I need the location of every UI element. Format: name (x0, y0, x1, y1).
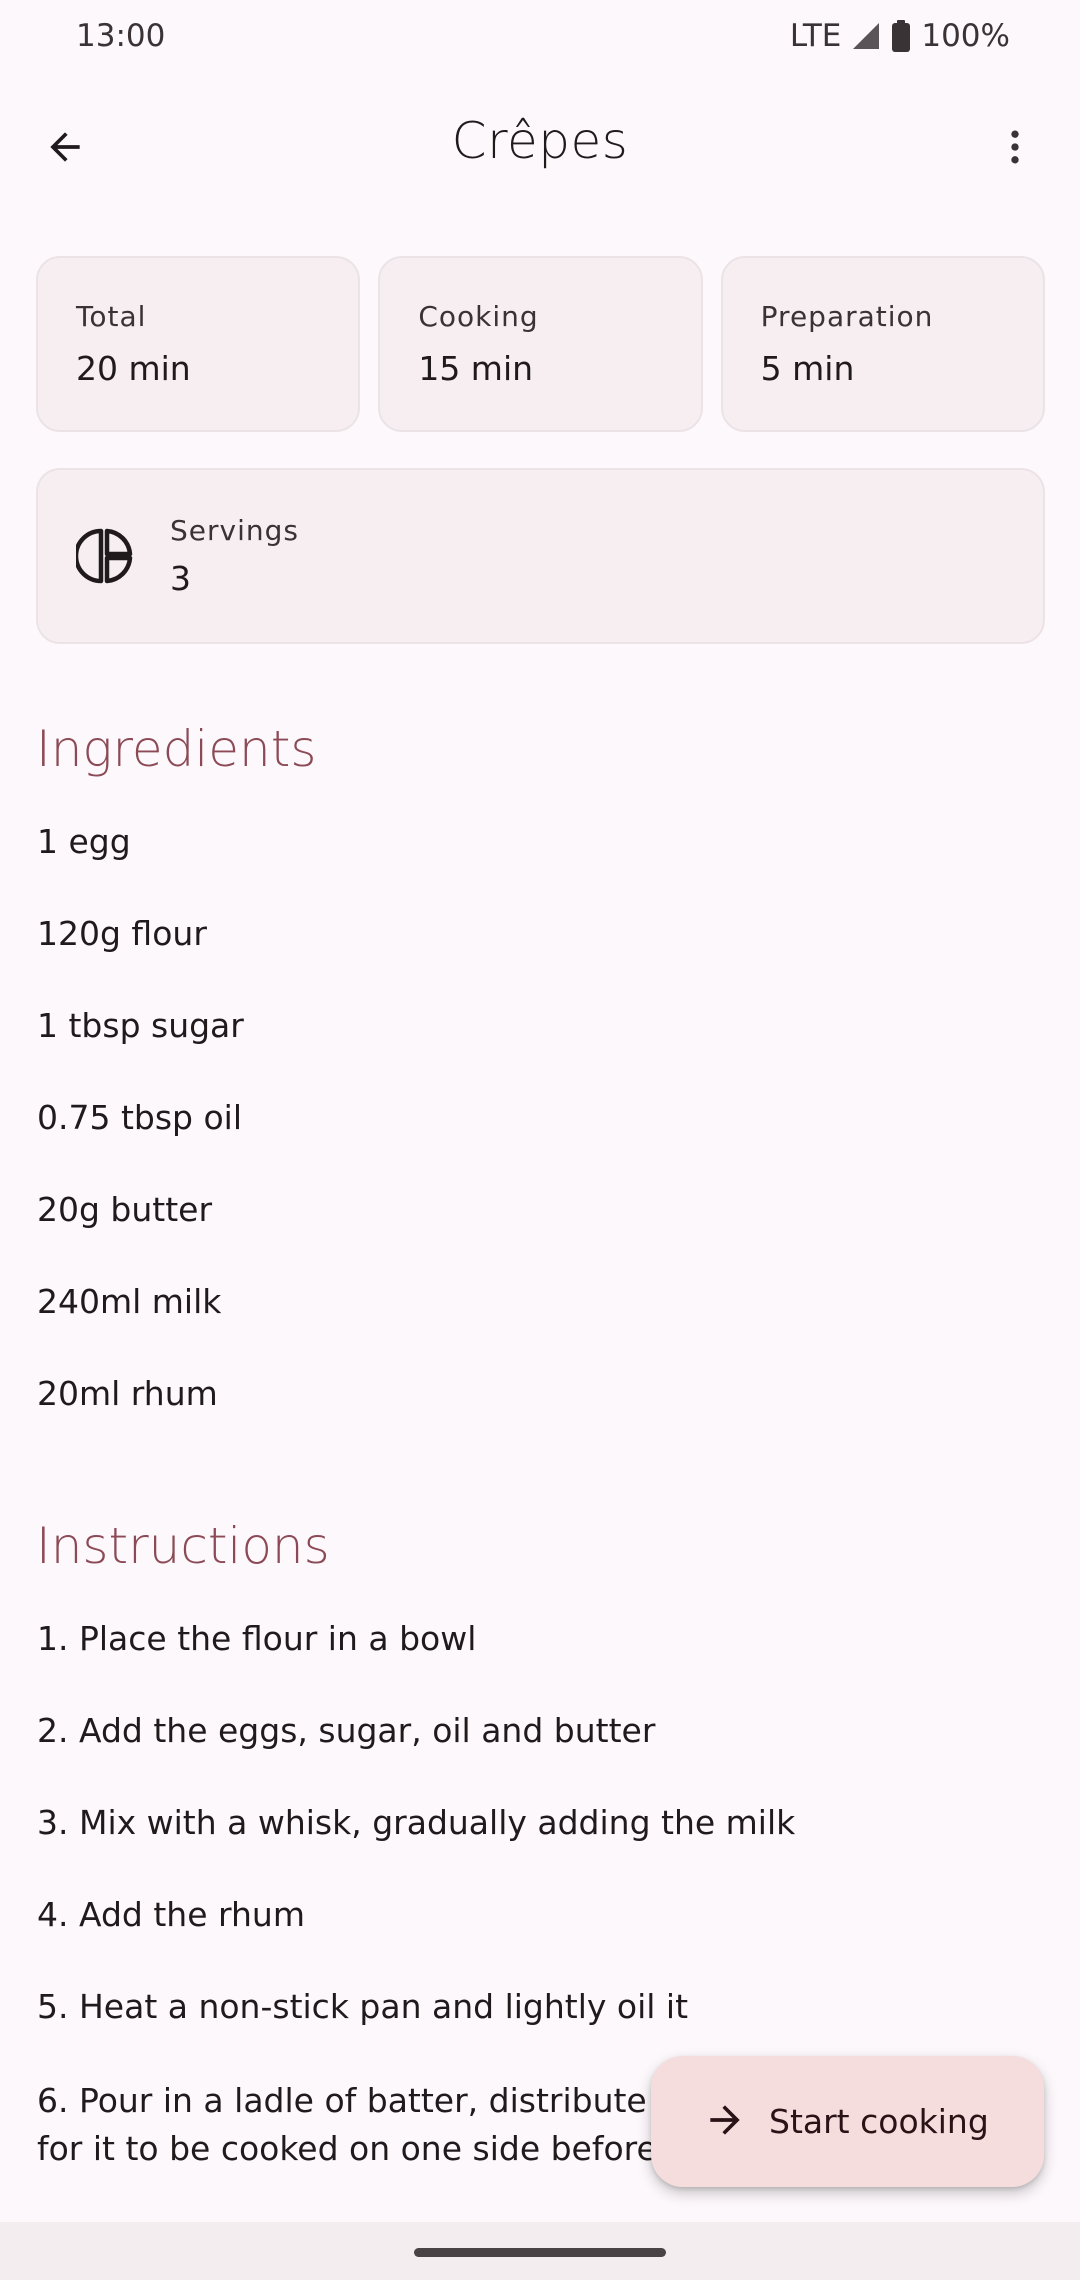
ingredient-item: 20g butter (37, 1190, 213, 1229)
status-icons: LTE 100% (790, 18, 1010, 54)
status-time: 13:00 (76, 18, 166, 54)
servings-card[interactable]: Servings 3 (36, 468, 1045, 644)
instruction-step: 3. Mix with a whisk, gradually adding th… (37, 1803, 796, 1842)
ingredients-list: 1 egg 120g flour 1 tbsp sugar 0.75 tbsp … (37, 820, 1037, 1464)
start-cooking-button[interactable]: Start cooking (651, 2056, 1044, 2187)
cooking-time-value: 15 min (418, 349, 534, 388)
cooking-time-label: Cooking (418, 300, 539, 333)
time-cards: Total 20 min Cooking 15 min Preparation … (36, 256, 1045, 432)
top-app-bar: Crêpes (0, 82, 1080, 212)
instructions-heading: Instructions (36, 1517, 330, 1575)
more-vert-icon (993, 125, 1037, 173)
total-time-label: Total (76, 300, 147, 333)
start-cooking-label: Start cooking (769, 2102, 989, 2141)
servings-info: Servings 3 (170, 514, 299, 598)
total-time-card: Total 20 min (36, 256, 361, 432)
pie-chart-icon (73, 527, 134, 585)
arrow-forward-icon (703, 2098, 747, 2146)
page-title: Crêpes (451, 112, 629, 170)
ingredient-item: 1 tbsp sugar (37, 1006, 244, 1045)
ingredient-item: 120g flour (37, 914, 207, 953)
instruction-step: 2. Add the eggs, sugar, oil and butter (37, 1711, 656, 1750)
cooking-time-card: Cooking 15 min (378, 256, 703, 432)
servings-value: 3 (170, 559, 191, 598)
more-options-button[interactable] (980, 114, 1050, 184)
battery-icon (891, 20, 911, 52)
ingredients-heading: Ingredients (36, 720, 317, 778)
servings-label: Servings (170, 514, 299, 547)
total-time-value: 20 min (76, 349, 191, 388)
ingredient-item: 20ml rhum (37, 1374, 218, 1413)
preparation-time-label: Preparation (760, 300, 934, 333)
ingredient-item: 1 egg (37, 822, 131, 861)
home-indicator[interactable] (414, 2248, 666, 2257)
network-label: LTE (789, 18, 842, 54)
status-bar: 13:00 LTE 100% (0, 0, 1080, 72)
instruction-step: 1. Place the flour in a bowl (37, 1619, 477, 1658)
ingredient-item: 0.75 tbsp oil (37, 1098, 243, 1137)
preparation-time-card: Preparation 5 min (720, 256, 1045, 432)
ingredient-item: 240ml milk (37, 1282, 222, 1321)
preparation-time-value: 5 min (760, 349, 855, 388)
instruction-step: 4. Add the rhum (37, 1895, 305, 1934)
battery-level: 100% (921, 18, 1010, 54)
signal-icon (851, 21, 881, 51)
